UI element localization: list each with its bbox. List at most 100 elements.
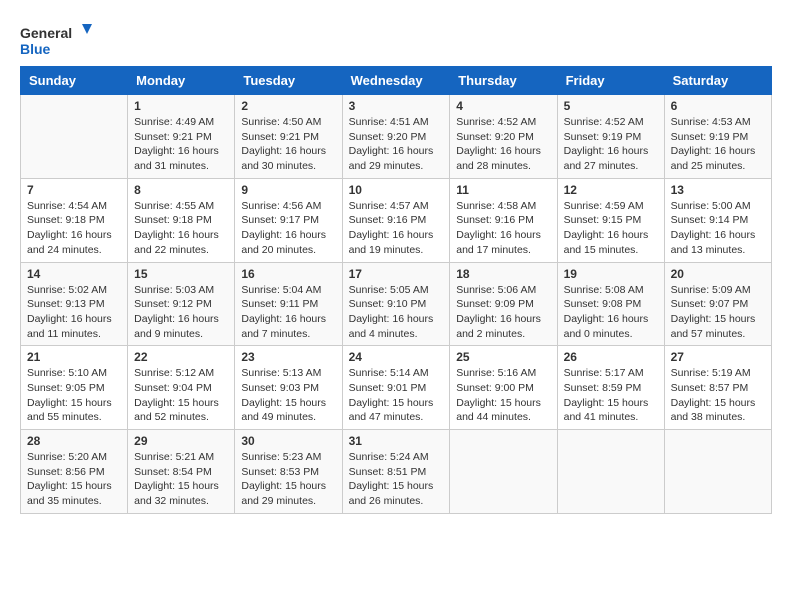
calendar-cell: 19 Sunrise: 5:08 AM Sunset: 9:08 PM Dayli… — [557, 262, 664, 346]
column-header-wednesday: Wednesday — [342, 67, 450, 95]
day-info: Sunrise: 5:16 AM Sunset: 9:00 PM Dayligh… — [456, 366, 550, 425]
day-info: Sunrise: 4:49 AM Sunset: 9:21 PM Dayligh… — [134, 115, 228, 174]
column-header-tuesday: Tuesday — [235, 67, 342, 95]
calendar-cell: 30 Sunrise: 5:23 AM Sunset: 8:53 PM Dayli… — [235, 430, 342, 514]
calendar-cell — [664, 430, 771, 514]
day-info: Sunrise: 5:12 AM Sunset: 9:04 PM Dayligh… — [134, 366, 228, 425]
day-info: Sunrise: 5:17 AM Sunset: 8:59 PM Dayligh… — [564, 366, 658, 425]
week-row-4: 21 Sunrise: 5:10 AM Sunset: 9:05 PM Dayli… — [21, 346, 772, 430]
calendar-cell: 8 Sunrise: 4:55 AM Sunset: 9:18 PM Daylig… — [128, 178, 235, 262]
column-header-saturday: Saturday — [664, 67, 771, 95]
column-header-monday: Monday — [128, 67, 235, 95]
calendar-cell: 27 Sunrise: 5:19 AM Sunset: 8:57 PM Dayli… — [664, 346, 771, 430]
calendar-cell: 22Sunrise: 5:12 AM Sunset: 9:04 PM Dayli… — [128, 346, 235, 430]
day-info: Sunrise: 5:04 AM Sunset: 9:11 PM Dayligh… — [241, 283, 335, 342]
day-number: 18 — [456, 267, 550, 281]
calendar-cell: 20 Sunrise: 5:09 AM Sunset: 9:07 PM Dayli… — [664, 262, 771, 346]
day-info: Sunrise: 5:19 AM Sunset: 8:57 PM Dayligh… — [671, 366, 765, 425]
calendar-cell: 24 Sunrise: 5:14 AM Sunset: 9:01 PM Dayli… — [342, 346, 450, 430]
calendar-cell: 17Sunrise: 5:05 AM Sunset: 9:10 PM Dayli… — [342, 262, 450, 346]
day-info: Sunrise: 4:59 AM Sunset: 9:15 PM Dayligh… — [564, 199, 658, 258]
calendar-cell: 12 Sunrise: 4:59 AM Sunset: 9:15 PM Dayli… — [557, 178, 664, 262]
day-info: Sunrise: 5:14 AM Sunset: 9:01 PM Dayligh… — [349, 366, 444, 425]
calendar-cell: 7 Sunrise: 4:54 AM Sunset: 9:18 PM Daylig… — [21, 178, 128, 262]
day-number: 26 — [564, 350, 658, 364]
day-number: 28 — [27, 434, 121, 448]
week-row-2: 7 Sunrise: 4:54 AM Sunset: 9:18 PM Daylig… — [21, 178, 772, 262]
calendar-cell: 15 Sunrise: 5:03 AM Sunset: 9:12 PM Dayli… — [128, 262, 235, 346]
day-info: Sunrise: 5:08 AM Sunset: 9:08 PM Dayligh… — [564, 283, 658, 342]
calendar-cell — [557, 430, 664, 514]
day-info: Sunrise: 5:05 AM Sunset: 9:10 PM Dayligh… — [349, 283, 444, 342]
day-info: Sunrise: 4:58 AM Sunset: 9:16 PM Dayligh… — [456, 199, 550, 258]
calendar-cell: 23 Sunrise: 5:13 AM Sunset: 9:03 PM Dayli… — [235, 346, 342, 430]
day-info: Sunrise: 5:09 AM Sunset: 9:07 PM Dayligh… — [671, 283, 765, 342]
day-number: 14 — [27, 267, 121, 281]
svg-text:General: General — [20, 25, 72, 41]
week-row-3: 14 Sunrise: 5:02 AM Sunset: 9:13 PM Dayli… — [21, 262, 772, 346]
day-number: 12 — [564, 183, 658, 197]
svg-text:Blue: Blue — [20, 41, 51, 57]
calendar-cell: 11Sunrise: 4:58 AM Sunset: 9:16 PM Dayli… — [450, 178, 557, 262]
day-info: Sunrise: 5:06 AM Sunset: 9:09 PM Dayligh… — [456, 283, 550, 342]
day-number: 15 — [134, 267, 228, 281]
calendar-cell: 25 Sunrise: 5:16 AM Sunset: 9:00 PM Dayli… — [450, 346, 557, 430]
calendar-cell: 13Sunrise: 5:00 AM Sunset: 9:14 PM Dayli… — [664, 178, 771, 262]
calendar-cell: 29 Sunrise: 5:21 AM Sunset: 8:54 PM Dayli… — [128, 430, 235, 514]
day-number: 8 — [134, 183, 228, 197]
day-number: 1 — [134, 99, 228, 113]
day-number: 6 — [671, 99, 765, 113]
day-info: Sunrise: 5:21 AM Sunset: 8:54 PM Dayligh… — [134, 450, 228, 509]
logo: General Blue — [20, 20, 100, 60]
day-number: 19 — [564, 267, 658, 281]
calendar-cell: 1 Sunrise: 4:49 AM Sunset: 9:21 PM Daylig… — [128, 95, 235, 179]
week-row-5: 28 Sunrise: 5:20 AM Sunset: 8:56 PM Dayli… — [21, 430, 772, 514]
day-number: 10 — [349, 183, 444, 197]
column-header-sunday: Sunday — [21, 67, 128, 95]
day-number: 4 — [456, 99, 550, 113]
day-info: Sunrise: 5:03 AM Sunset: 9:12 PM Dayligh… — [134, 283, 228, 342]
calendar-cell: 21 Sunrise: 5:10 AM Sunset: 9:05 PM Dayli… — [21, 346, 128, 430]
day-number: 21 — [27, 350, 121, 364]
day-info: Sunrise: 5:23 AM Sunset: 8:53 PM Dayligh… — [241, 450, 335, 509]
logo-svg: General Blue — [20, 20, 100, 60]
day-number: 9 — [241, 183, 335, 197]
day-info: Sunrise: 4:50 AM Sunset: 9:21 PM Dayligh… — [241, 115, 335, 174]
day-info: Sunrise: 4:54 AM Sunset: 9:18 PM Dayligh… — [27, 199, 121, 258]
day-info: Sunrise: 5:13 AM Sunset: 9:03 PM Dayligh… — [241, 366, 335, 425]
day-number: 24 — [349, 350, 444, 364]
calendar-cell: 5 Sunrise: 4:52 AM Sunset: 9:19 PM Daylig… — [557, 95, 664, 179]
calendar-cell: 28 Sunrise: 5:20 AM Sunset: 8:56 PM Dayli… — [21, 430, 128, 514]
day-number: 29 — [134, 434, 228, 448]
day-info: Sunrise: 5:20 AM Sunset: 8:56 PM Dayligh… — [27, 450, 121, 509]
calendar-cell — [450, 430, 557, 514]
calendar-cell: 31Sunrise: 5:24 AM Sunset: 8:51 PM Dayli… — [342, 430, 450, 514]
day-info: Sunrise: 4:51 AM Sunset: 9:20 PM Dayligh… — [349, 115, 444, 174]
day-number: 23 — [241, 350, 335, 364]
calendar-cell: 26 Sunrise: 5:17 AM Sunset: 8:59 PM Dayli… — [557, 346, 664, 430]
day-number: 3 — [349, 99, 444, 113]
day-info: Sunrise: 5:10 AM Sunset: 9:05 PM Dayligh… — [27, 366, 121, 425]
day-number: 13 — [671, 183, 765, 197]
calendar-cell: 16Sunrise: 5:04 AM Sunset: 9:11 PM Dayli… — [235, 262, 342, 346]
day-info: Sunrise: 4:52 AM Sunset: 9:19 PM Dayligh… — [564, 115, 658, 174]
day-number: 27 — [671, 350, 765, 364]
calendar-cell: 6 Sunrise: 4:53 AM Sunset: 9:19 PM Daylig… — [664, 95, 771, 179]
calendar-table: SundayMondayTuesdayWednesdayThursdayFrid… — [20, 66, 772, 514]
calendar-cell: 9Sunrise: 4:56 AM Sunset: 9:17 PM Daylig… — [235, 178, 342, 262]
day-number: 7 — [27, 183, 121, 197]
calendar-cell — [21, 95, 128, 179]
day-info: Sunrise: 4:55 AM Sunset: 9:18 PM Dayligh… — [134, 199, 228, 258]
day-number: 20 — [671, 267, 765, 281]
calendar-cell: 14 Sunrise: 5:02 AM Sunset: 9:13 PM Dayli… — [21, 262, 128, 346]
week-row-1: 1 Sunrise: 4:49 AM Sunset: 9:21 PM Daylig… — [21, 95, 772, 179]
calendar-cell: 2Sunrise: 4:50 AM Sunset: 9:21 PM Daylig… — [235, 95, 342, 179]
day-number: 5 — [564, 99, 658, 113]
day-number: 25 — [456, 350, 550, 364]
day-info: Sunrise: 4:52 AM Sunset: 9:20 PM Dayligh… — [456, 115, 550, 174]
day-info: Sunrise: 5:02 AM Sunset: 9:13 PM Dayligh… — [27, 283, 121, 342]
day-number: 30 — [241, 434, 335, 448]
day-info: Sunrise: 5:24 AM Sunset: 8:51 PM Dayligh… — [349, 450, 444, 509]
header-row: SundayMondayTuesdayWednesdayThursdayFrid… — [21, 67, 772, 95]
day-info: Sunrise: 4:53 AM Sunset: 9:19 PM Dayligh… — [671, 115, 765, 174]
